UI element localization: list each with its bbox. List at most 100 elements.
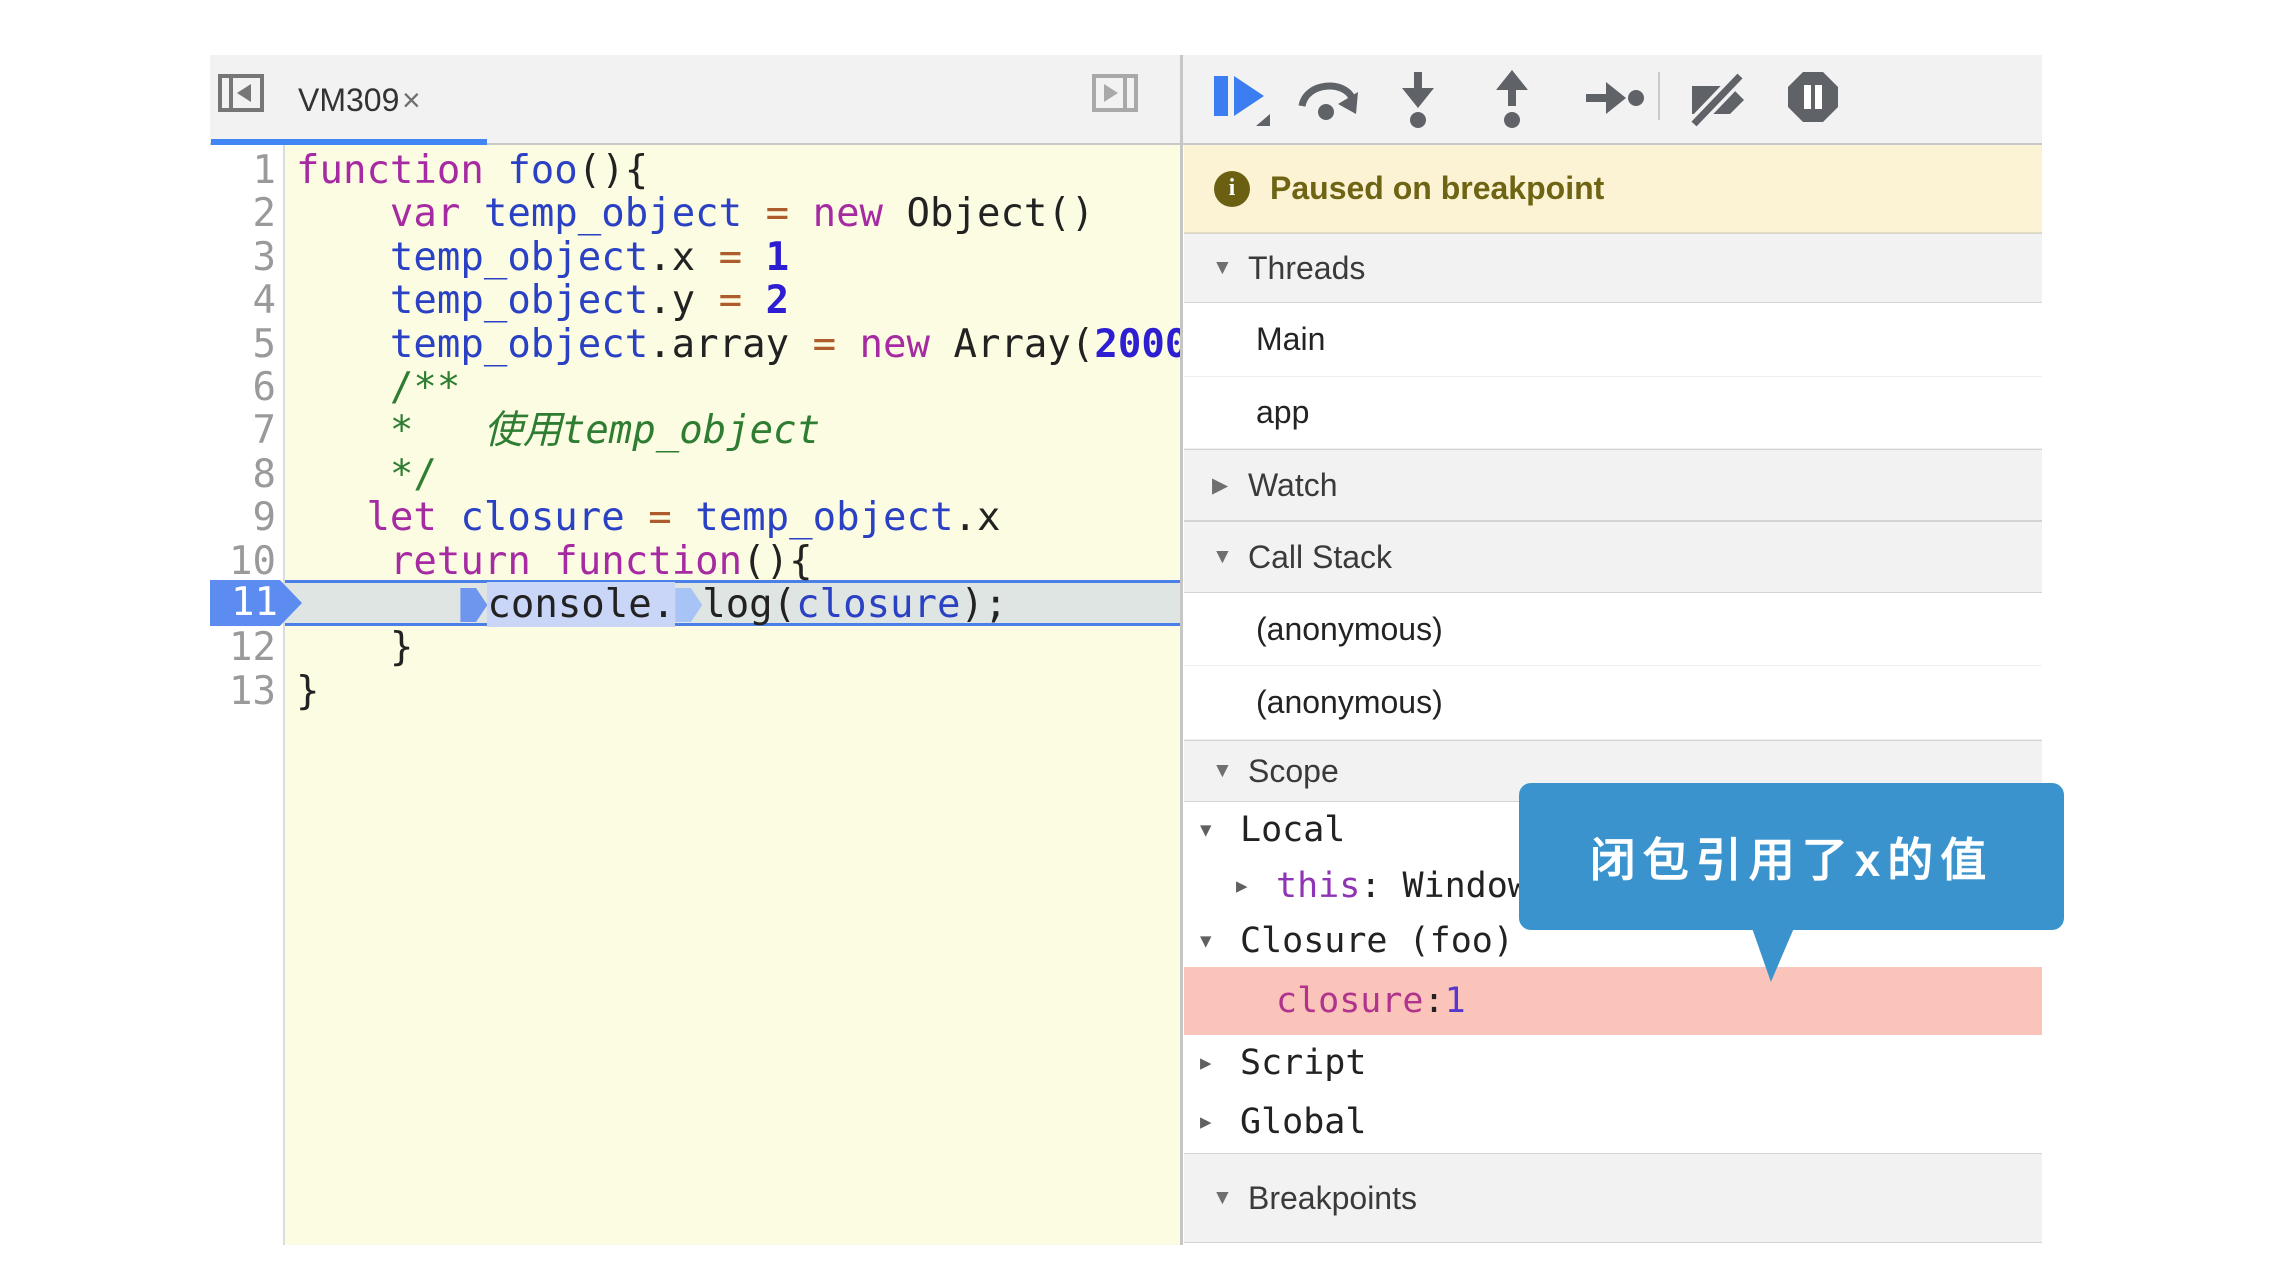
- code-token: console.: [487, 582, 675, 627]
- scope-script[interactable]: ▶Script: [1184, 1035, 2042, 1091]
- scope-closure-value[interactable]: closure: 1: [1184, 967, 2042, 1035]
- code-line-8: */: [296, 453, 437, 496]
- chevron-expanded-icon[interactable]: ▼: [1212, 759, 1248, 783]
- line-number[interactable]: 6: [210, 366, 276, 409]
- code-token: }: [296, 669, 319, 714]
- code-token: =: [648, 495, 671, 540]
- line-number[interactable]: 8: [210, 453, 276, 496]
- info-icon: i: [1214, 171, 1250, 207]
- code-token: =: [719, 278, 742, 323]
- show-debugger-sidebar-icon[interactable]: [1092, 74, 1138, 112]
- code-token: 2000000): [1094, 322, 1180, 367]
- call-stack-frame[interactable]: (anonymous): [1184, 666, 2042, 740]
- code-line-2: var temp_object = new Object(): [296, 192, 1094, 235]
- scope-token: Script: [1240, 1043, 1366, 1083]
- panel-divider[interactable]: [1180, 55, 1183, 1245]
- code-token: closure: [460, 495, 624, 540]
- chevron-collapsed-icon[interactable]: ▶: [1212, 473, 1248, 498]
- code-token: .x: [648, 235, 718, 280]
- code-token: );: [961, 582, 1008, 627]
- tab-close-icon[interactable]: ×: [402, 55, 421, 145]
- tree-collapsed-icon[interactable]: ▶: [1200, 1052, 1240, 1074]
- code-token: (){: [742, 539, 812, 584]
- pause-on-exceptions-icon[interactable]: [1786, 70, 1840, 124]
- step-icon[interactable]: [1586, 80, 1644, 116]
- code-line-5: temp_object.array = new Array(2000000): [296, 323, 1180, 366]
- code-token: */: [296, 452, 437, 497]
- line-number[interactable]: 10: [210, 540, 276, 583]
- line-number[interactable]: 5: [210, 323, 276, 366]
- code-line-11: console.log(closure);: [296, 583, 1007, 626]
- code-token: [883, 191, 906, 236]
- scope-global[interactable]: ▶Global: [1184, 1091, 2042, 1153]
- code-line-4: temp_object.y = 2: [296, 279, 789, 322]
- code-token: temp_object: [390, 235, 648, 280]
- thread-app[interactable]: app: [1184, 377, 2042, 449]
- scope-token: Local: [1240, 810, 1345, 850]
- code-editor[interactable]: 1 function foo(){ 2 var temp_object = new …: [210, 145, 1180, 1245]
- section-breakpoints[interactable]: ▼Breakpoints: [1184, 1153, 2042, 1243]
- code-token: [742, 235, 765, 280]
- code-line-7: * 使用temp_object: [296, 409, 820, 452]
- line-number[interactable]: 13: [210, 670, 276, 713]
- chevron-expanded-icon[interactable]: ▼: [1212, 1186, 1248, 1210]
- item-label: Main: [1256, 321, 1325, 358]
- tab-title[interactable]: VM309: [298, 55, 399, 145]
- chevron-expanded-icon[interactable]: ▼: [1212, 256, 1248, 280]
- code-token: =: [766, 191, 789, 236]
- tree-collapsed-icon[interactable]: ▶: [1236, 875, 1276, 897]
- step-into-icon[interactable]: [1398, 70, 1438, 128]
- line-number[interactable]: 1: [210, 149, 276, 192]
- step-over-icon[interactable]: [1296, 70, 1362, 126]
- code-token: .array: [648, 322, 812, 367]
- code-line-13: }: [296, 670, 319, 713]
- line-number[interactable]: 12: [210, 626, 276, 669]
- code-line-3: temp_object.x = 1: [296, 236, 789, 279]
- code-token: function: [554, 539, 742, 584]
- annotation-tooltip: 闭包引用了x的值: [1519, 783, 2064, 930]
- line-number[interactable]: 7: [210, 409, 276, 452]
- resume-script-icon[interactable]: [1212, 70, 1284, 126]
- code-token: 1: [766, 235, 789, 280]
- item-label: (anonymous): [1256, 684, 1443, 721]
- code-token: [625, 495, 648, 540]
- inline-breakpoint-candidate-marker[interactable]: [675, 588, 702, 622]
- line-number[interactable]: 4: [210, 279, 276, 322]
- scope-token: : Window: [1360, 866, 1529, 906]
- section-threads[interactable]: ▼Threads: [1184, 233, 2042, 303]
- code-token: [296, 408, 390, 453]
- section-call-stack[interactable]: ▼Call Stack: [1184, 521, 2042, 593]
- deactivate-breakpoints-icon[interactable]: [1688, 70, 1752, 128]
- item-label: (anonymous): [1256, 611, 1443, 648]
- code-token: [930, 322, 953, 367]
- thread-main[interactable]: Main: [1184, 303, 2042, 377]
- tree-collapsed-icon[interactable]: ▶: [1200, 1111, 1240, 1133]
- devtools-window: VM309 ×: [0, 0, 2284, 1285]
- code-token: [742, 278, 765, 323]
- code-token: [296, 235, 390, 280]
- chevron-expanded-icon[interactable]: ▼: [1212, 545, 1248, 569]
- section-title: Watch: [1248, 467, 1338, 504]
- code-token: }: [296, 625, 413, 670]
- code-line-1: function foo(){: [296, 149, 648, 192]
- code-token: [672, 495, 695, 540]
- line-number[interactable]: 2: [210, 192, 276, 235]
- call-stack-frame[interactable]: (anonymous): [1184, 593, 2042, 666]
- code-token: Array(: [953, 322, 1094, 367]
- line-number[interactable]: 3: [210, 236, 276, 279]
- scope-token: Closure (foo): [1240, 921, 1514, 961]
- step-out-icon[interactable]: [1492, 70, 1532, 128]
- line-number[interactable]: 9: [210, 496, 276, 539]
- code-token: function: [296, 148, 484, 193]
- code-token: new: [860, 322, 930, 367]
- tree-expanded-icon[interactable]: ▼: [1200, 819, 1240, 841]
- tree-expanded-icon[interactable]: ▼: [1200, 930, 1240, 952]
- section-title: Call Stack: [1248, 539, 1392, 576]
- code-token: temp_object: [484, 191, 742, 236]
- item-label: app: [1256, 394, 1309, 431]
- show-navigator-icon[interactable]: [218, 74, 264, 112]
- section-watch[interactable]: ▶Watch: [1184, 449, 2042, 521]
- code-line-6: /**: [296, 366, 460, 409]
- scope-token: Global: [1240, 1102, 1366, 1142]
- inline-breakpoint-marker[interactable]: [460, 588, 487, 622]
